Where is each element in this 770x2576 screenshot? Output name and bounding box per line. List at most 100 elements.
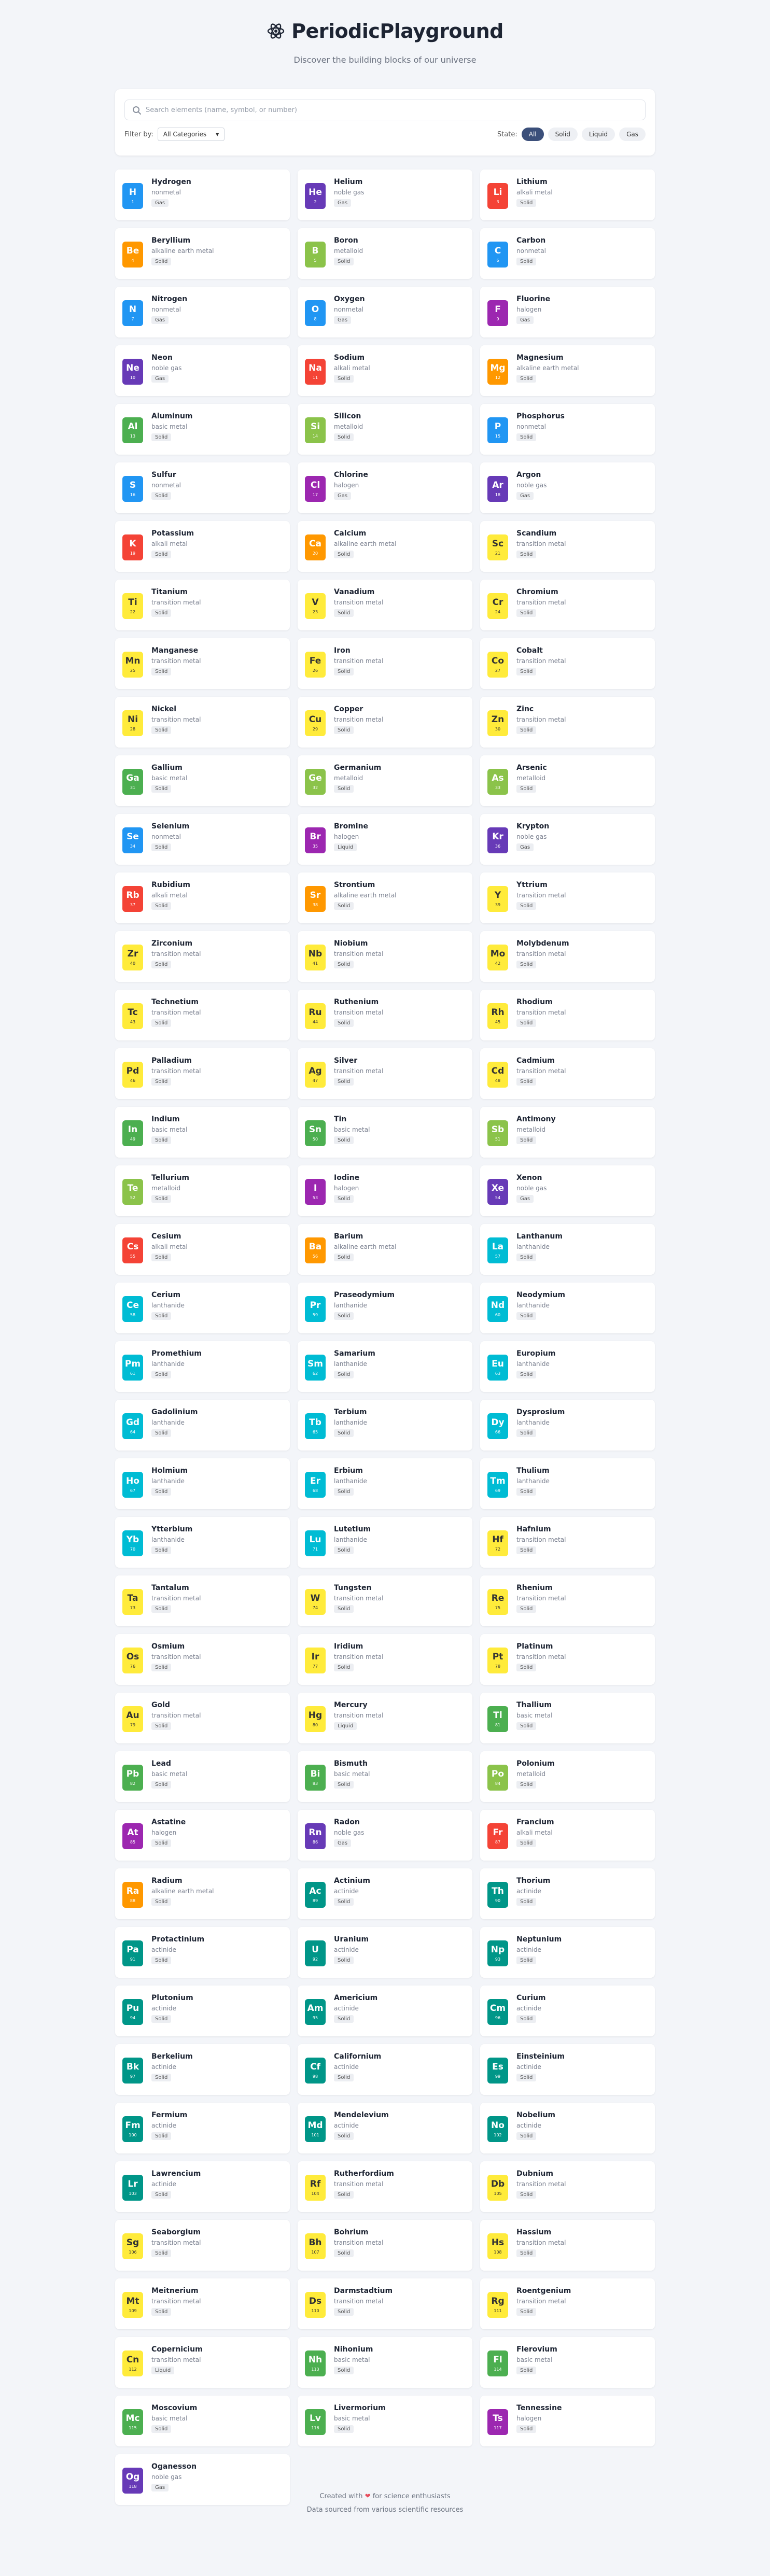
element-card[interactable]: Kr 36 Krypton noble gas Gas (480, 814, 655, 865)
element-card[interactable]: Lu 71 Lutetium lanthanide Solid (298, 1517, 472, 1568)
element-card[interactable]: Bi 83 Bismuth basic metal Solid (298, 1751, 472, 1802)
element-card[interactable]: Pt 78 Platinum transition metal Solid (480, 1634, 655, 1685)
element-card[interactable]: W 74 Tungsten transition metal Solid (298, 1575, 472, 1626)
element-card[interactable]: V 23 Vanadium transition metal Solid (298, 580, 472, 630)
element-card[interactable]: Sm 62 Samarium lanthanide Solid (298, 1341, 472, 1392)
element-card[interactable]: Po 84 Polonium metalloid Solid (480, 1751, 655, 1802)
element-card[interactable]: Pd 46 Palladium transition metal Solid (115, 1048, 290, 1099)
category-select[interactable]: All Categories ▾ (157, 128, 225, 141)
element-card[interactable]: Er 68 Erbium lanthanide Solid (298, 1458, 472, 1509)
element-card[interactable]: Nd 60 Neodymium lanthanide Solid (480, 1283, 655, 1333)
element-card[interactable]: Br 35 Bromine halogen Liquid (298, 814, 472, 865)
element-card[interactable]: In 49 Indium basic metal Solid (115, 1107, 290, 1158)
element-card[interactable]: Ge 32 Germanium metalloid Solid (298, 755, 472, 806)
element-card[interactable]: Dy 66 Dysprosium lanthanide Solid (480, 1400, 655, 1451)
element-card[interactable]: Al 13 Aluminum basic metal Solid (115, 404, 290, 455)
element-card[interactable]: No 102 Nobelium actinide Solid (480, 2103, 655, 2153)
element-card[interactable]: Pb 82 Lead basic metal Solid (115, 1751, 290, 1802)
element-card[interactable]: Ir 77 Iridium transition metal Solid (298, 1634, 472, 1685)
element-card[interactable]: Rf 104 Rutherfordium transition metal Solid (298, 2161, 472, 2212)
element-card[interactable]: Si 14 Silicon metalloid Solid (298, 404, 472, 455)
element-card[interactable]: Bh 107 Bohrium transition metal Solid (298, 2220, 472, 2271)
element-card[interactable]: C 6 Carbon nonmetal Solid (480, 228, 655, 279)
state-all-button[interactable]: All (521, 128, 544, 141)
element-card[interactable]: B 5 Boron metalloid Solid (298, 228, 472, 279)
element-card[interactable]: Rh 45 Rhodium transition metal Solid (480, 990, 655, 1040)
element-card[interactable]: Hf 72 Hafnium transition metal Solid (480, 1517, 655, 1568)
element-card[interactable]: Ag 47 Silver transition metal Solid (298, 1048, 472, 1099)
element-card[interactable]: Np 93 Neptunium actinide Solid (480, 1927, 655, 1978)
element-card[interactable]: Sn 50 Tin basic metal Solid (298, 1107, 472, 1158)
element-card[interactable]: Os 76 Osmium transition metal Solid (115, 1634, 290, 1685)
element-card[interactable]: Te 52 Tellurium metalloid Solid (115, 1165, 290, 1216)
element-card[interactable]: Ac 89 Actinium actinide Solid (298, 1868, 472, 1919)
element-card[interactable]: Ni 28 Nickel transition metal Solid (115, 697, 290, 748)
element-card[interactable]: Li 3 Lithium alkali metal Solid (480, 170, 655, 220)
element-card[interactable]: Rb 37 Rubidium alkali metal Solid (115, 872, 290, 923)
element-card[interactable]: Cd 48 Cadmium transition metal Solid (480, 1048, 655, 1099)
element-card[interactable]: Cm 96 Curium actinide Solid (480, 1986, 655, 2036)
element-card[interactable]: Re 75 Rhenium transition metal Solid (480, 1575, 655, 1626)
element-card[interactable]: Gd 64 Gadolinium lanthanide Solid (115, 1400, 290, 1451)
element-card[interactable]: As 33 Arsenic metalloid Solid (480, 755, 655, 806)
element-card[interactable]: Ne 10 Neon noble gas Gas (115, 345, 290, 396)
element-card[interactable]: Cr 24 Chromium transition metal Solid (480, 580, 655, 630)
element-card[interactable]: Fe 26 Iron transition metal Solid (298, 638, 472, 689)
element-card[interactable]: Ce 58 Cerium lanthanide Solid (115, 1283, 290, 1333)
element-card[interactable]: Hs 108 Hassium transition metal Solid (480, 2220, 655, 2271)
element-card[interactable]: Ba 56 Barium alkaline earth metal Solid (298, 1224, 472, 1275)
element-card[interactable]: O 8 Oxygen nonmetal Gas (298, 287, 472, 337)
element-card[interactable]: Ra 88 Radium alkaline earth metal Solid (115, 1868, 290, 1919)
element-card[interactable]: Pm 61 Promethium lanthanide Solid (115, 1341, 290, 1392)
element-card[interactable]: U 92 Uranium actinide Solid (298, 1927, 472, 1978)
element-card[interactable]: Tc 43 Technetium transition metal Solid (115, 990, 290, 1040)
element-card[interactable]: Au 79 Gold transition metal Solid (115, 1693, 290, 1743)
element-card[interactable]: Y 39 Yttrium transition metal Solid (480, 872, 655, 923)
element-card[interactable]: H 1 Hydrogen nonmetal Gas (115, 170, 290, 220)
element-card[interactable]: Db 105 Dubnium transition metal Solid (480, 2161, 655, 2212)
element-card[interactable]: Cn 112 Copernicium transition metal Liquid (115, 2337, 290, 2388)
state-gas-button[interactable]: Gas (619, 128, 646, 141)
element-card[interactable]: Ar 18 Argon noble gas Gas (480, 462, 655, 513)
state-liquid-button[interactable]: Liquid (581, 128, 615, 141)
element-card[interactable]: Es 99 Einsteinium actinide Solid (480, 2044, 655, 2095)
element-card[interactable]: Nh 113 Nihonium basic metal Solid (298, 2337, 472, 2388)
element-card[interactable]: Mn 25 Manganese transition metal Solid (115, 638, 290, 689)
search-input[interactable] (146, 106, 645, 114)
state-solid-button[interactable]: Solid (548, 128, 578, 141)
element-card[interactable]: Cu 29 Copper transition metal Solid (298, 697, 472, 748)
element-card[interactable]: Zr 40 Zirconium transition metal Solid (115, 931, 290, 982)
element-card[interactable]: Co 27 Cobalt transition metal Solid (480, 638, 655, 689)
element-card[interactable]: Pr 59 Praseodymium lanthanide Solid (298, 1283, 472, 1333)
element-card[interactable]: Tb 65 Terbium lanthanide Solid (298, 1400, 472, 1451)
element-card[interactable]: Hg 80 Mercury transition metal Liquid (298, 1693, 472, 1743)
element-card[interactable]: Md 101 Mendelevium actinide Solid (298, 2103, 472, 2153)
element-card[interactable]: Ca 20 Calcium alkaline earth metal Solid (298, 521, 472, 572)
element-card[interactable]: Cl 17 Chlorine halogen Gas (298, 462, 472, 513)
element-card[interactable]: Sr 38 Strontium alkaline earth metal Solid (298, 872, 472, 923)
element-card[interactable]: Tm 69 Thulium lanthanide Solid (480, 1458, 655, 1509)
element-card[interactable]: Xe 54 Xenon noble gas Gas (480, 1165, 655, 1216)
element-card[interactable]: La 57 Lanthanum lanthanide Solid (480, 1224, 655, 1275)
element-card[interactable]: F 9 Fluorine halogen Gas (480, 287, 655, 337)
element-card[interactable]: N 7 Nitrogen nonmetal Gas (115, 287, 290, 337)
element-card[interactable]: Bk 97 Berkelium actinide Solid (115, 2044, 290, 2095)
element-card[interactable]: Nb 41 Niobium transition metal Solid (298, 931, 472, 982)
element-card[interactable]: Ru 44 Ruthenium transition metal Solid (298, 990, 472, 1040)
element-card[interactable]: At 85 Astatine halogen Solid (115, 1810, 290, 1861)
element-card[interactable]: Pa 91 Protactinium actinide Solid (115, 1927, 290, 1978)
element-card[interactable]: Rn 86 Radon noble gas Gas (298, 1810, 472, 1861)
search-box[interactable] (124, 100, 646, 120)
element-card[interactable]: Lr 103 Lawrencium actinide Solid (115, 2161, 290, 2212)
element-card[interactable]: Yb 70 Ytterbium lanthanide Solid (115, 1517, 290, 1568)
element-card[interactable]: Tl 81 Thallium basic metal Solid (480, 1693, 655, 1743)
element-card[interactable]: Ta 73 Tantalum transition metal Solid (115, 1575, 290, 1626)
element-card[interactable]: Fm 100 Fermium actinide Solid (115, 2103, 290, 2153)
element-card[interactable]: Fr 87 Francium alkali metal Solid (480, 1810, 655, 1861)
element-card[interactable]: Zn 30 Zinc transition metal Solid (480, 697, 655, 748)
element-card[interactable]: S 16 Sulfur nonmetal Solid (115, 462, 290, 513)
element-card[interactable]: Se 34 Selenium nonmetal Solid (115, 814, 290, 865)
element-card[interactable]: Ga 31 Gallium basic metal Solid (115, 755, 290, 806)
element-card[interactable]: Mg 12 Magnesium alkaline earth metal Solid (480, 345, 655, 396)
element-card[interactable]: Ts 117 Tennessine halogen Solid (480, 2396, 655, 2446)
